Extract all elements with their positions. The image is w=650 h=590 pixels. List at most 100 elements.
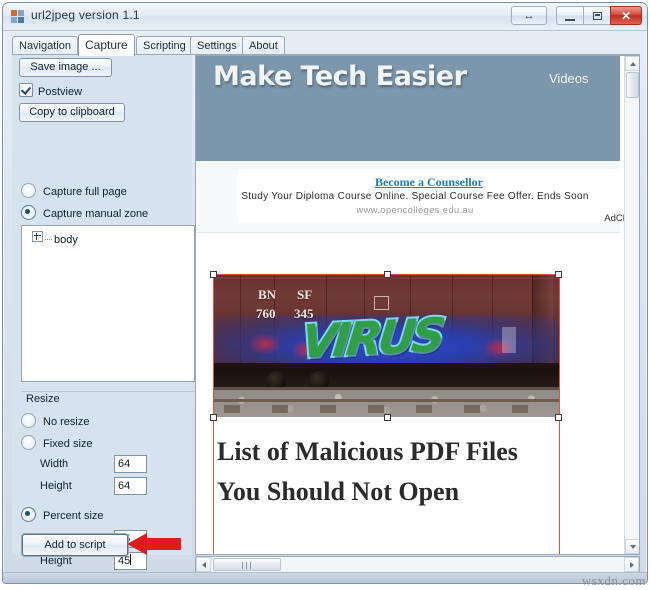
fixed-height-input[interactable]: 64 bbox=[114, 477, 147, 495]
capture-manual-zone-label: Capture manual zone bbox=[43, 208, 149, 220]
resize-handle-middle-left[interactable] bbox=[210, 414, 217, 421]
window-bottom-chrome bbox=[3, 572, 647, 583]
close-icon: ✕ bbox=[620, 8, 632, 23]
tab-about[interactable]: About bbox=[242, 36, 285, 55]
postview-checkbox-row[interactable]: Postview bbox=[19, 83, 82, 98]
fixed-height-label: Height bbox=[40, 480, 72, 492]
tab-bar: Navigation Capture Scripting Settings Ab… bbox=[12, 34, 640, 56]
chevron-left-icon bbox=[201, 561, 206, 568]
nav-link-videos[interactable]: Videos bbox=[549, 71, 589, 86]
maximize-button[interactable] bbox=[583, 6, 611, 25]
radio-percent-size[interactable]: Percent size bbox=[21, 507, 104, 522]
minimize-button[interactable] bbox=[556, 6, 584, 25]
ad-headline-link[interactable]: Become a Counsellor bbox=[238, 175, 620, 190]
resize-handle-top-center[interactable] bbox=[384, 271, 391, 278]
capture-full-page-label: Capture full page bbox=[43, 186, 127, 198]
tab-navigation[interactable]: Navigation bbox=[12, 36, 78, 55]
capture-settings-panel: Save image ... Postview Copy to clipboar… bbox=[12, 55, 195, 570]
title-bar: url2jpeg version 1.1 ↔ ✕ bbox=[3, 3, 647, 31]
stencil-marking-box bbox=[374, 296, 389, 310]
rail-near bbox=[214, 399, 559, 402]
tab-capture[interactable]: Capture bbox=[78, 34, 135, 56]
no-resize-label: No resize bbox=[43, 416, 90, 428]
fixed-size-label: Fixed size bbox=[43, 438, 93, 450]
percent-height-value: 45 bbox=[118, 555, 131, 567]
tree-node-body[interactable]: body bbox=[32, 231, 78, 246]
ad-description: Study Your Diploma Course Online. Specia… bbox=[241, 191, 589, 202]
fixed-width-label: Width bbox=[40, 458, 69, 470]
close-button[interactable]: ✕ bbox=[610, 6, 642, 25]
resize-group-separator bbox=[21, 391, 195, 392]
expand-plus-icon[interactable] bbox=[32, 231, 43, 242]
copy-to-clipboard-button[interactable]: Copy to clipboard bbox=[19, 103, 125, 122]
ad-display-url: www.opencolleges.edu.au bbox=[356, 205, 474, 216]
resize-handle-middle-center[interactable] bbox=[384, 414, 391, 421]
ad-inner-frame: Become a Counsellor Study Your Diploma C… bbox=[238, 169, 628, 224]
percent-size-label: Percent size bbox=[43, 510, 104, 522]
left-right-arrow-icon: ↔ bbox=[523, 9, 535, 22]
vertical-scroll-thumb[interactable] bbox=[626, 72, 639, 98]
minimize-icon bbox=[565, 19, 575, 21]
web-page-preview[interactable]: Make Tech Easier Videos Become a Counsel… bbox=[195, 55, 640, 555]
article-photo-graffiti-train: VIRUS BN SF 760 345 bbox=[214, 275, 559, 417]
advertisement-block: Become a Counsellor Study Your Diploma C… bbox=[196, 169, 628, 232]
chevron-up-icon bbox=[629, 61, 636, 66]
radio-capture-full-page[interactable]: Capture full page bbox=[21, 183, 127, 198]
tree-connector bbox=[45, 239, 52, 240]
application-icon bbox=[11, 10, 25, 24]
add-to-script-button[interactable]: Add to script bbox=[22, 534, 128, 556]
radio-icon[interactable] bbox=[21, 435, 36, 450]
tab-scripting[interactable]: Scripting bbox=[136, 36, 193, 55]
rail-far bbox=[214, 387, 559, 390]
chevron-right-icon bbox=[629, 561, 634, 568]
radio-fixed-size[interactable]: Fixed size bbox=[21, 435, 93, 450]
track-ballast bbox=[214, 389, 559, 417]
dom-tree-view[interactable]: body bbox=[21, 225, 195, 382]
application-window: url2jpeg version 1.1 ↔ ✕ Navigation Capt… bbox=[2, 2, 648, 584]
checkbox-icon[interactable] bbox=[19, 83, 33, 97]
resize-handle-middle-right[interactable] bbox=[555, 414, 562, 421]
chevron-down-icon bbox=[629, 544, 636, 549]
article-headline: List of Malicious PDF Files You Should N… bbox=[214, 418, 559, 554]
resize-toggle-button[interactable]: ↔ bbox=[511, 6, 547, 25]
scroll-left-button[interactable] bbox=[196, 557, 211, 572]
maximize-icon bbox=[593, 12, 602, 20]
car-number-345: 345 bbox=[294, 306, 314, 321]
preview-horizontal-scrollbar[interactable] bbox=[195, 556, 640, 573]
radio-icon[interactable] bbox=[21, 413, 36, 428]
site-header-banner: Make Tech Easier Videos bbox=[196, 56, 620, 161]
car-reporting-mark-bn: BN bbox=[258, 287, 277, 302]
graffiti-tag-text: VIRUS bbox=[297, 305, 446, 370]
resize-group-label: Resize bbox=[26, 393, 60, 405]
header-spacer bbox=[196, 161, 620, 169]
boxcar-placard bbox=[502, 327, 516, 353]
save-image-button[interactable]: Save image ... bbox=[19, 58, 112, 77]
radio-icon[interactable] bbox=[21, 183, 36, 198]
red-arrow-annotation-icon bbox=[127, 533, 181, 555]
radio-capture-manual-zone[interactable]: Capture manual zone bbox=[21, 205, 148, 220]
red-spray-left bbox=[248, 333, 282, 355]
window-title: url2jpeg version 1.1 bbox=[31, 8, 140, 22]
tab-settings[interactable]: Settings bbox=[190, 36, 244, 55]
content-spacer bbox=[196, 233, 620, 249]
percent-height-label: Height bbox=[40, 555, 72, 567]
resize-handle-top-right[interactable] bbox=[555, 271, 562, 278]
car-reporting-mark-sf: SF bbox=[297, 287, 313, 302]
preview-vertical-scrollbar[interactable] bbox=[624, 56, 639, 554]
tree-node-label: body bbox=[54, 234, 78, 246]
resize-handle-top-left[interactable] bbox=[210, 271, 217, 278]
radio-icon-selected[interactable] bbox=[21, 205, 36, 220]
manual-zone-selection[interactable]: VIRUS BN SF 760 345 List of Malicious PD… bbox=[210, 271, 562, 554]
fixed-width-input[interactable]: 64 bbox=[114, 455, 147, 473]
scroll-up-button[interactable] bbox=[625, 56, 639, 71]
scroll-right-button[interactable] bbox=[624, 557, 639, 572]
radio-no-resize[interactable]: No resize bbox=[21, 413, 89, 428]
car-number-760: 760 bbox=[256, 306, 276, 321]
scroll-down-button[interactable] bbox=[625, 539, 639, 554]
scroll-thumb-grip-icon bbox=[242, 562, 253, 569]
image-watermark: wsxdn.com bbox=[581, 573, 646, 588]
postview-label: Postview bbox=[38, 86, 83, 98]
radio-icon-selected[interactable] bbox=[21, 507, 36, 522]
site-title: Make Tech Easier bbox=[213, 61, 467, 92]
horizontal-scroll-thumb[interactable] bbox=[213, 558, 281, 571]
